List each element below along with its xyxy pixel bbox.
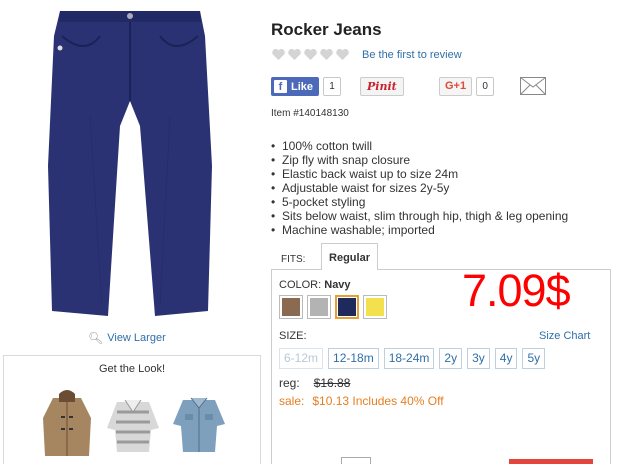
feature-list: 100% cotton twill Zip fly with snap clos… [271, 139, 568, 237]
size-options: 6-12m 12-18m 18-24m 2y 3y 4y 5y [279, 348, 546, 369]
size-option-2y[interactable]: 2y [439, 348, 463, 369]
color-label: COLOR: Navy [279, 279, 351, 291]
feature-item: Elastic back waist up to size 24m [271, 167, 568, 181]
size-option-5y[interactable]: 5y [522, 348, 546, 369]
quantity-input[interactable] [341, 457, 371, 464]
heart-icon [336, 48, 349, 61]
feature-item: 100% cotton twill [271, 139, 568, 153]
feature-item: 5-pocket styling [271, 195, 568, 209]
sale-price-value: $10.13 Includes 40% Off [312, 394, 444, 408]
google-plus-button[interactable]: G+1 [439, 77, 473, 96]
email-icon[interactable] [520, 77, 546, 95]
heart-icon [288, 48, 301, 61]
price-overlay: 7.09$ [462, 265, 571, 316]
get-the-look-panel: Get the Look! [3, 355, 261, 464]
tab-regular[interactable]: Regular [321, 243, 378, 270]
feature-item: Adjustable waist for sizes 2y-5y [271, 181, 568, 195]
facebook-like-widget: f Like 1 [271, 77, 342, 96]
google-plus-widget: G+1 0 [439, 77, 495, 96]
heart-icon [304, 48, 317, 61]
color-swatches [279, 295, 387, 319]
look-item-sweater[interactable] [105, 388, 161, 458]
facebook-like-button[interactable]: f Like [271, 77, 320, 96]
color-swatch-brown[interactable] [279, 295, 303, 319]
color-swatch-yellow[interactable] [363, 295, 387, 319]
pinterest-pin-button[interactable]: Pinit [360, 77, 404, 96]
look-item-coat[interactable] [39, 388, 95, 458]
heart-icon [272, 48, 285, 61]
get-the-look-title: Get the Look! [98, 363, 166, 375]
facebook-like-count: 1 [323, 77, 342, 96]
facebook-like-label: Like [291, 80, 314, 93]
product-title: Rocker Jeans [271, 20, 382, 39]
heart-icon [320, 48, 333, 61]
rating-hearts [271, 48, 350, 61]
look-item-shirt[interactable] [171, 388, 227, 458]
size-option-4y[interactable]: 4y [494, 348, 518, 369]
regular-price-value: $16.88 [313, 376, 351, 390]
item-number: Item #140148130 [271, 108, 349, 119]
selected-color-name: Navy [324, 279, 351, 291]
magnifier-icon: 🔍︎ [88, 331, 104, 345]
color-swatch-navy[interactable] [335, 295, 359, 319]
first-review-link[interactable]: Be the first to review [362, 49, 462, 61]
size-option-18-24m[interactable]: 18-24m [383, 348, 435, 369]
size-option-12-18m[interactable]: 12-18m [328, 348, 379, 369]
google-plus-count: 0 [476, 77, 495, 96]
size-label: SIZE: [279, 330, 307, 342]
fits-label: FITS: [281, 254, 306, 265]
regular-price: reg: $16.88 [279, 376, 351, 390]
view-larger-label: View Larger [107, 332, 166, 344]
feature-item: Sits below waist, slim through hip, thig… [271, 209, 568, 223]
feature-item: Zip fly with snap closure [271, 153, 568, 167]
product-image[interactable] [30, 6, 230, 326]
sale-price: sale: $10.13 Includes 40% Off [279, 394, 444, 408]
view-larger-link[interactable]: 🔍︎ View Larger [88, 331, 166, 345]
add-to-bag-button[interactable] [509, 459, 593, 464]
feature-item: Machine washable; imported [271, 223, 568, 237]
facebook-icon: f [274, 80, 287, 93]
color-swatch-gray[interactable] [307, 295, 331, 319]
size-chart-link[interactable]: Size Chart [539, 330, 590, 342]
size-option-3y[interactable]: 3y [467, 348, 490, 369]
size-option-6-12m: 6-12m [279, 348, 324, 369]
